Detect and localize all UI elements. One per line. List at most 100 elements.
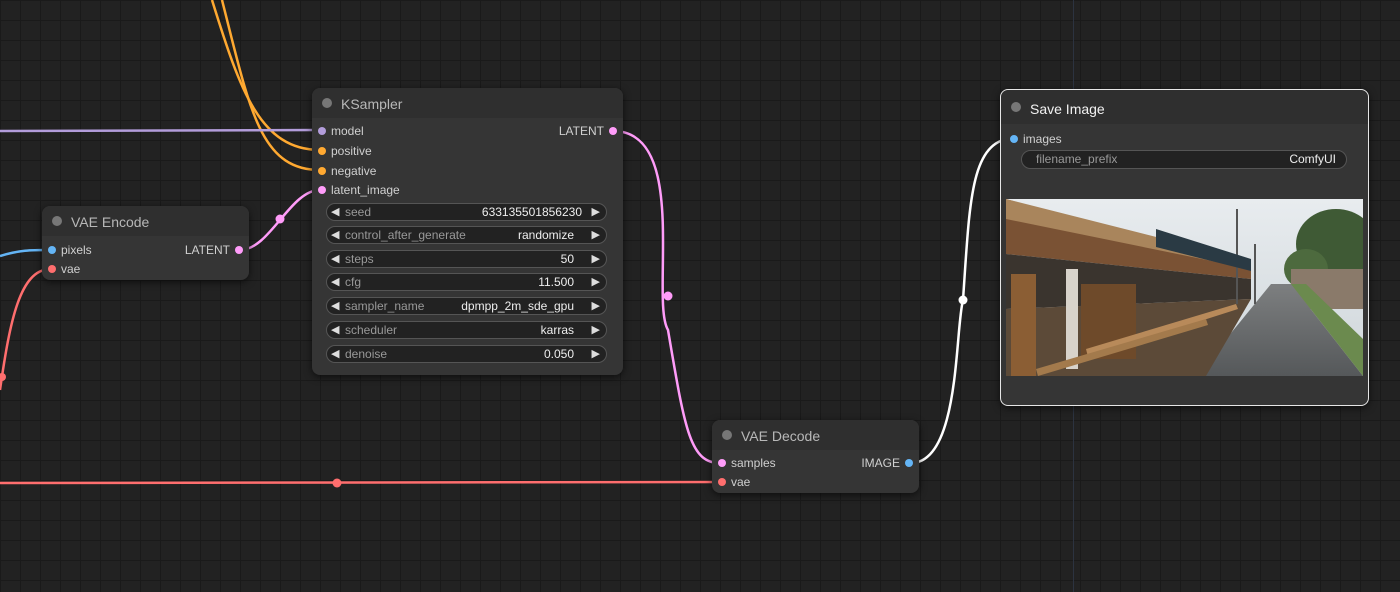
negative-link[interactable]: [220, 0, 321, 172]
collapse-dot-icon[interactable]: [52, 216, 62, 226]
decrement-arrow-icon[interactable]: ◀: [331, 346, 339, 362]
widget-value[interactable]: 633135501856230: [482, 204, 582, 220]
widget-value[interactable]: randomize: [518, 227, 574, 243]
input-vae[interactable]: vae: [48, 260, 80, 278]
slot-label: positive: [331, 144, 372, 158]
output-latent[interactable]: LATENT: [185, 241, 243, 259]
increment-arrow-icon[interactable]: ▶: [592, 227, 600, 243]
image-preview[interactable]: [1006, 199, 1363, 376]
widget-name: scheduler: [345, 323, 398, 337]
slot-dot-icon[interactable]: [718, 478, 726, 486]
widget-cfg[interactable]: ◀ cfg 11.500 ▶: [326, 273, 607, 291]
decrement-arrow-icon[interactable]: ◀: [331, 204, 339, 220]
increment-arrow-icon[interactable]: ▶: [592, 204, 600, 220]
input-negative[interactable]: negative: [318, 162, 376, 180]
save-image-node[interactable]: Save Image images filename_prefix ComfyU…: [1000, 89, 1369, 406]
widget-value[interactable]: 50: [561, 251, 574, 267]
widget-value[interactable]: 0.050: [544, 346, 574, 362]
filename-prefix-field[interactable]: filename_prefix ComfyUI: [1021, 150, 1347, 169]
increment-arrow-icon[interactable]: ▶: [592, 322, 600, 338]
output-latent[interactable]: LATENT: [559, 122, 617, 140]
decrement-arrow-icon[interactable]: ◀: [331, 322, 339, 338]
vae-encode-node[interactable]: VAE Encode pixels vae LATENT: [42, 206, 249, 280]
increment-arrow-icon[interactable]: ▶: [592, 298, 600, 314]
reroute-dot[interactable]: [275, 214, 285, 224]
reroute-dot[interactable]: [0, 373, 6, 381]
slot-label: latent_image: [331, 183, 400, 197]
widget-denoise[interactable]: ◀ denoise 0.050 ▶: [326, 345, 607, 363]
vae-link-encode[interactable]: [0, 267, 51, 391]
slot-dot-icon[interactable]: [318, 127, 326, 135]
slot-dot-icon[interactable]: [48, 265, 56, 273]
increment-arrow-icon[interactable]: ▶: [592, 251, 600, 267]
input-images[interactable]: images: [1010, 130, 1062, 148]
slot-dot-icon[interactable]: [318, 147, 326, 155]
slot-label: vae: [731, 475, 751, 489]
model-link[interactable]: [0, 128, 321, 133]
reroute-dot[interactable]: [958, 295, 968, 305]
vae-decode-title-bar[interactable]: VAE Decode: [712, 420, 919, 450]
widget-value[interactable]: karras: [541, 322, 574, 338]
slot-label: LATENT: [184, 243, 230, 257]
input-vae[interactable]: vae: [718, 473, 750, 491]
slot-label: images: [1023, 132, 1062, 146]
slot-label: LATENT: [558, 124, 604, 138]
reroute-dot[interactable]: [663, 291, 673, 301]
slot-dot-icon[interactable]: [1010, 135, 1018, 143]
input-model[interactable]: model: [318, 122, 364, 140]
widget-seed[interactable]: ◀ seed 633135501856230 ▶: [326, 203, 607, 221]
slot-dot-icon[interactable]: [609, 127, 617, 135]
node-title: Save Image: [1030, 101, 1105, 117]
vae-encode-title-bar[interactable]: VAE Encode: [42, 206, 249, 236]
decrement-arrow-icon[interactable]: ◀: [331, 298, 339, 314]
input-latent-image[interactable]: latent_image: [318, 181, 400, 199]
input-positive[interactable]: positive: [318, 142, 372, 160]
slot-label: negative: [331, 164, 377, 178]
save-image-title-bar[interactable]: Save Image: [1001, 90, 1368, 124]
ksampler-node[interactable]: KSampler model positive negative latent_…: [312, 88, 623, 375]
slot-label: samples: [731, 456, 776, 470]
widget-name: denoise: [345, 347, 388, 361]
widget-name: filename_prefix: [1036, 152, 1118, 166]
slot-label: IMAGE: [861, 456, 900, 470]
node-title: VAE Decode: [741, 428, 821, 444]
slot-dot-icon[interactable]: [718, 459, 726, 467]
decrement-arrow-icon[interactable]: ◀: [331, 251, 339, 267]
collapse-dot-icon[interactable]: [322, 98, 332, 108]
vae-link-decode[interactable]: [0, 480, 721, 485]
widget-value[interactable]: 11.500: [538, 274, 574, 290]
decrement-arrow-icon[interactable]: ◀: [331, 227, 339, 243]
node-title: KSampler: [341, 96, 403, 112]
increment-arrow-icon[interactable]: ▶: [592, 274, 600, 290]
widget-name: steps: [345, 252, 374, 266]
increment-arrow-icon[interactable]: ▶: [592, 346, 600, 362]
widget-sampler-name[interactable]: ◀ sampler_name dpmpp_2m_sde_gpu ▶: [326, 297, 607, 315]
slot-dot-icon[interactable]: [235, 246, 243, 254]
slot-label: vae: [61, 262, 81, 276]
building-street-photo: [1006, 199, 1363, 376]
widget-scheduler[interactable]: ◀ scheduler karras ▶: [326, 321, 607, 339]
widget-value[interactable]: dpmpp_2m_sde_gpu: [461, 298, 574, 314]
slot-dot-icon[interactable]: [318, 167, 326, 175]
node-title: VAE Encode: [71, 214, 150, 230]
decrement-arrow-icon[interactable]: ◀: [331, 274, 339, 290]
slot-label: pixels: [61, 243, 92, 257]
slot-dot-icon[interactable]: [318, 186, 326, 194]
input-pixels[interactable]: pixels: [48, 241, 92, 259]
widget-steps[interactable]: ◀ steps 50 ▶: [326, 250, 607, 268]
widget-value[interactable]: ComfyUI: [1289, 151, 1336, 168]
collapse-dot-icon[interactable]: [722, 430, 732, 440]
input-samples[interactable]: samples: [718, 454, 776, 472]
collapse-dot-icon[interactable]: [1011, 102, 1021, 112]
widget-name: control_after_generate: [345, 228, 466, 242]
widget-name: cfg: [345, 275, 362, 289]
slot-label: model: [331, 124, 364, 138]
vae-decode-node[interactable]: VAE Decode samples vae IMAGE: [712, 420, 919, 493]
slot-dot-icon[interactable]: [905, 459, 913, 467]
output-image[interactable]: IMAGE: [861, 454, 913, 472]
slot-dot-icon[interactable]: [48, 246, 56, 254]
reroute-dot[interactable]: [332, 478, 342, 488]
ksampler-title-bar[interactable]: KSampler: [312, 88, 623, 118]
widget-name: seed: [345, 205, 372, 219]
widget-control-after-generate[interactable]: ◀ control_after_generate randomize ▶: [326, 226, 607, 244]
